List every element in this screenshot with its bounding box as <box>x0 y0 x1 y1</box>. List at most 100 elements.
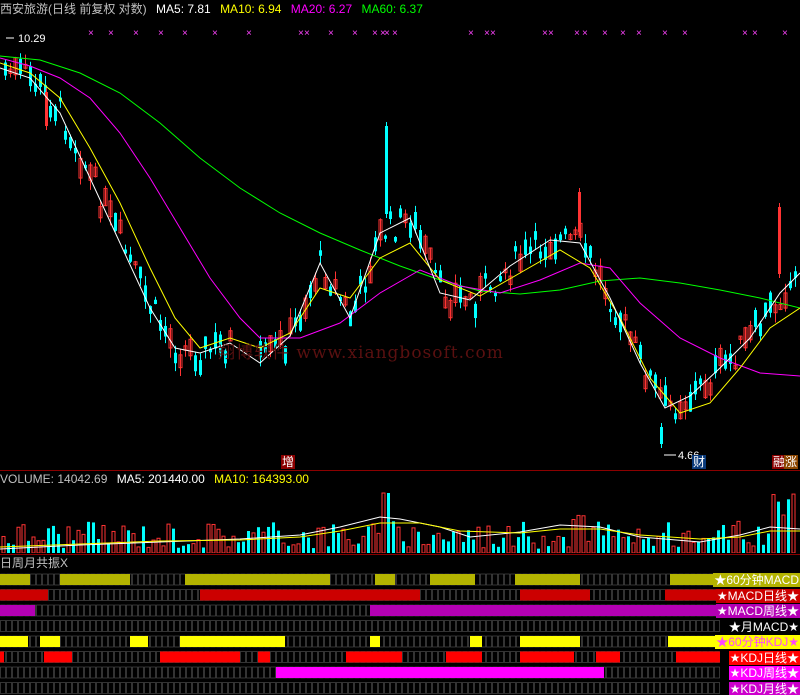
volume-bar <box>406 546 411 553</box>
resonance-cell <box>0 666 6 679</box>
resonance-segment <box>0 636 28 647</box>
candle-down <box>714 355 717 374</box>
resonance-row-label: ★月MACD★ <box>727 619 800 634</box>
candle-down <box>474 303 477 319</box>
resonance-cell <box>72 666 78 679</box>
resonance-cell <box>336 620 342 632</box>
resonance-cell <box>174 620 180 632</box>
resonance-row <box>0 682 720 694</box>
resonance-cell <box>612 620 618 632</box>
volume-bar <box>617 529 620 553</box>
resonance-cell <box>150 635 156 648</box>
resonance-cell <box>348 604 354 617</box>
resonance-cell <box>258 682 264 694</box>
resonance-cell <box>192 666 198 679</box>
resonance-cell <box>594 589 600 601</box>
resonance-cell <box>582 573 588 586</box>
resonance-cell <box>354 620 360 632</box>
resonance-cell <box>42 620 48 632</box>
volume-bar <box>492 543 495 553</box>
resonance-cell <box>630 589 636 601</box>
volume-bar <box>211 523 216 553</box>
badge-cai[interactable]: 财 <box>692 455 707 469</box>
badge-zhang[interactable]: 涨 <box>784 455 799 469</box>
resonance-row-label: ★60分钟KDJ★ <box>715 635 800 649</box>
resonance-cell <box>624 589 630 601</box>
resonance-cell <box>468 682 474 694</box>
resonance-cell <box>114 682 120 694</box>
resonance-cell <box>444 682 450 694</box>
signal-x-mark: × <box>662 28 668 39</box>
watermark: 翔博软件 www.xiangbosoft.com <box>218 343 504 363</box>
resonance-cell <box>504 635 510 648</box>
resonance-cell <box>630 682 636 694</box>
candle-down <box>174 352 177 364</box>
resonance-cell <box>642 666 648 679</box>
volume-chart[interactable] <box>0 487 800 553</box>
volume-bar <box>216 528 221 553</box>
volume-bar <box>182 545 185 553</box>
resonance-row-label: ★KDJ周线★ <box>728 666 800 680</box>
price-chart[interactable]: × × × × × × × × × × × × ×× × × × × × × × × × × × × × × × ×10.294.66 <box>0 18 800 470</box>
candle-down <box>534 231 537 240</box>
volume-bar <box>221 535 226 553</box>
resonance-cell <box>420 635 426 648</box>
resonance-strips[interactable] <box>0 571 800 695</box>
resonance-cell <box>228 682 234 694</box>
volume-bar <box>517 537 520 553</box>
resonance-cell <box>270 604 276 617</box>
resonance-cell <box>180 620 186 632</box>
resonance-cell <box>624 620 630 632</box>
volume-bar <box>631 542 636 553</box>
resonance-cell <box>126 620 132 632</box>
volume-bar <box>581 515 586 553</box>
resonance-cell <box>264 682 270 694</box>
resonance-cell <box>108 589 114 601</box>
candle-down <box>409 222 412 238</box>
resonance-cell <box>294 651 300 663</box>
badge-zeng[interactable]: 增 <box>281 455 296 469</box>
resonance-cell <box>36 666 42 679</box>
volume-bar <box>62 547 65 553</box>
resonance-cell <box>96 604 102 617</box>
resonance-cell <box>144 604 150 617</box>
resonance-cell <box>648 589 654 601</box>
volume-bar <box>467 530 470 553</box>
signal-x-mark: × <box>636 28 642 39</box>
resonance-cell <box>492 651 498 663</box>
resonance-cell <box>654 651 660 663</box>
resonance-cell <box>84 620 90 632</box>
volume-bar <box>767 533 770 553</box>
resonance-cell <box>648 620 654 632</box>
resonance-cell <box>78 604 84 617</box>
resonance-cell <box>120 651 126 663</box>
resonance-segment <box>40 636 60 647</box>
resonance-cell <box>174 666 180 679</box>
signal-x-mark: × <box>133 28 139 39</box>
resonance-cell <box>582 635 588 648</box>
resonance-cell <box>66 635 72 648</box>
resonance-cell <box>312 635 318 648</box>
resonance-cell <box>678 620 684 632</box>
ma5-readout: MA5: 7.81 <box>156 2 211 16</box>
resonance-segment <box>180 636 285 647</box>
resonance-cell <box>570 620 576 632</box>
volume-bar <box>452 531 455 553</box>
resonance-row-label: ★KDJ日线★ <box>728 650 800 665</box>
candle-down <box>614 317 617 326</box>
candle-spike <box>660 427 663 444</box>
resonance-cell <box>264 604 270 617</box>
resonance-cell <box>342 604 348 617</box>
resonance-segment <box>596 651 620 663</box>
volume-bar <box>321 526 326 553</box>
resonance-cell <box>438 682 444 694</box>
resonance-cell <box>420 651 426 663</box>
resonance-cell <box>294 635 300 648</box>
volume-bar <box>411 527 416 553</box>
resonance-cell <box>246 651 252 663</box>
resonance-cell <box>342 573 348 586</box>
resonance-cell <box>480 589 486 601</box>
resonance-cell <box>174 604 180 617</box>
candle-down <box>139 266 142 279</box>
resonance-cell <box>36 573 42 586</box>
